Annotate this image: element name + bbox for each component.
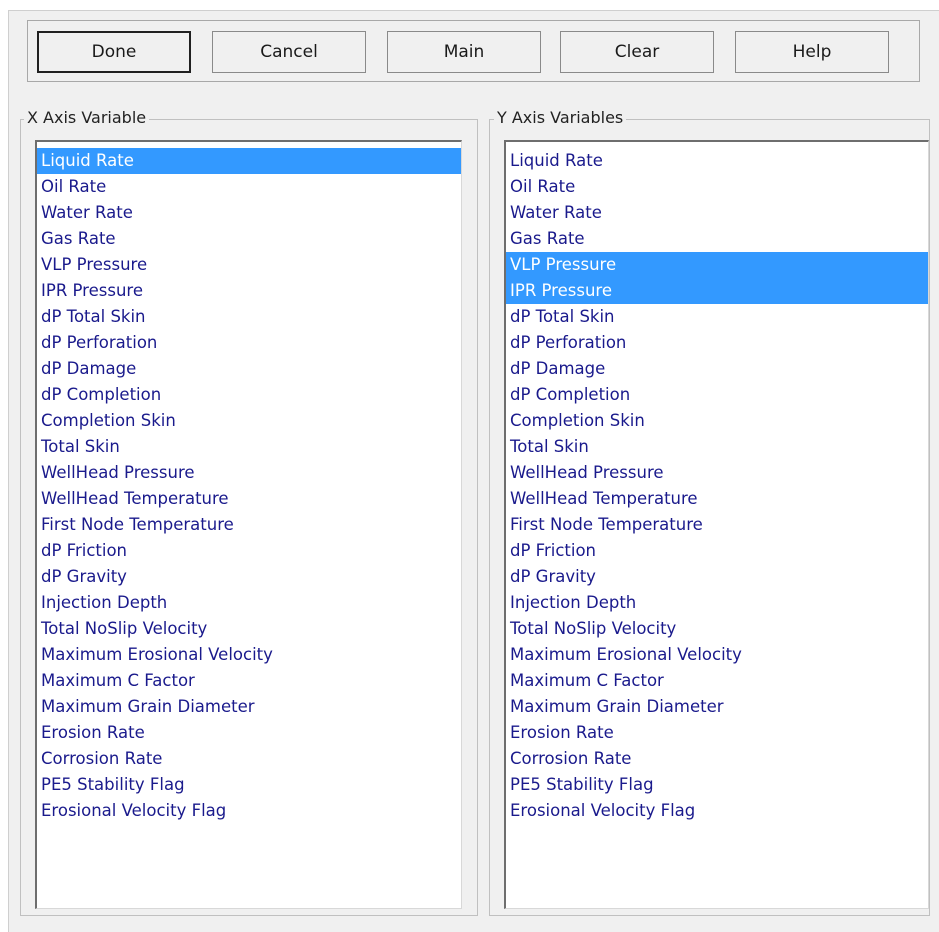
y-axis-list-item[interactable]: dP Friction [506,538,928,564]
main-button[interactable]: Main [387,31,541,73]
x-axis-list-item[interactable]: Maximum Erosional Velocity [37,642,461,668]
x-axis-list-item[interactable]: Total Skin [37,434,461,460]
x-axis-list-item[interactable]: IPR Pressure [37,278,461,304]
y-axis-list-item[interactable]: dP Damage [506,356,928,382]
y-axis-list-item[interactable]: Maximum Grain Diameter [506,694,928,720]
x-axis-list-item[interactable]: Injection Depth [37,590,461,616]
y-axis-list-item[interactable]: dP Perforation [506,330,928,356]
y-axis-list-item[interactable]: WellHead Pressure [506,460,928,486]
x-axis-list-item[interactable]: Maximum Grain Diameter [37,694,461,720]
x-axis-list-item[interactable]: VLP Pressure [37,252,461,278]
y-axis-list-item[interactable]: Corrosion Rate [506,746,928,772]
y-axis-list-item[interactable]: IPR Pressure [506,278,928,304]
help-button[interactable]: Help [735,31,889,73]
x-axis-list-item[interactable]: Liquid Rate [37,148,461,174]
y-axis-list-item[interactable]: VLP Pressure [506,252,928,278]
x-axis-list-item[interactable]: Maximum C Factor [37,668,461,694]
y-axis-list-item[interactable]: Maximum Erosional Velocity [506,642,928,668]
x-axis-listbox[interactable]: Liquid Rate Oil Rate Water Rate Gas Rate VLP… [35,140,462,909]
y-axis-list-item[interactable]: Erosional Velocity Flag [506,798,928,824]
y-axis-list-item[interactable]: WellHead Temperature [506,486,928,512]
y-axis-list-item[interactable]: Gas Rate [506,226,928,252]
x-axis-list-item[interactable]: Completion Skin [37,408,461,434]
y-axis-listbox[interactable]: Liquid Rate Oil Rate Water Rate Gas Rate VLP… [504,140,929,909]
y-axis-list-item[interactable]: dP Completion [506,382,928,408]
x-axis-list-item[interactable]: Corrosion Rate [37,746,461,772]
y-axis-list-item[interactable]: Total NoSlip Velocity [506,616,928,642]
y-axis-list-item[interactable]: Maximum C Factor [506,668,928,694]
x-axis-list-item[interactable]: dP Damage [37,356,461,382]
y-axis-list-item[interactable]: PE5 Stability Flag [506,772,928,798]
y-axis-group-title: Y Axis Variables [494,108,627,128]
y-axis-list-item[interactable]: First Node Temperature [506,512,928,538]
x-axis-list-item[interactable]: dP Total Skin [37,304,461,330]
y-axis-list-item[interactable]: Oil Rate [506,174,928,200]
x-axis-list-item[interactable]: WellHead Pressure [37,460,461,486]
x-axis-list-item[interactable]: Gas Rate [37,226,461,252]
clear-button[interactable]: Clear [560,31,714,73]
y-axis-list-item[interactable]: Total Skin [506,434,928,460]
y-axis-list-item[interactable]: dP Gravity [506,564,928,590]
x-axis-list-item[interactable]: dP Perforation [37,330,461,356]
y-axis-list: Liquid Rate Oil Rate Water Rate Gas Rate VLP… [506,142,928,824]
x-axis-group-title: X Axis Variable [24,108,150,128]
x-axis-list-item[interactable]: dP Friction [37,538,461,564]
x-axis-list-item[interactable]: Total NoSlip Velocity [37,616,461,642]
y-axis-list-item[interactable]: Erosion Rate [506,720,928,746]
cancel-button[interactable]: Cancel [212,31,366,73]
x-axis-list-item[interactable]: dP Completion [37,382,461,408]
done-button[interactable]: Done [37,31,191,73]
x-axis-list-item[interactable]: Oil Rate [37,174,461,200]
x-axis-list-item[interactable]: Water Rate [37,200,461,226]
x-axis-list: Liquid Rate Oil Rate Water Rate Gas Rate VLP… [37,142,461,824]
x-axis-list-item[interactable]: Erosion Rate [37,720,461,746]
x-axis-list-item[interactable]: PE5 Stability Flag [37,772,461,798]
x-axis-list-item[interactable]: Erosional Velocity Flag [37,798,461,824]
x-axis-list-item[interactable]: WellHead Temperature [37,486,461,512]
x-axis-list-item[interactable]: First Node Temperature [37,512,461,538]
y-axis-list-item[interactable]: Injection Depth [506,590,928,616]
y-axis-list-item[interactable]: Water Rate [506,200,928,226]
y-axis-list-item[interactable]: Completion Skin [506,408,928,434]
y-axis-list-item[interactable]: Liquid Rate [506,148,928,174]
x-axis-list-item[interactable]: dP Gravity [37,564,461,590]
y-axis-list-item[interactable]: dP Total Skin [506,304,928,330]
